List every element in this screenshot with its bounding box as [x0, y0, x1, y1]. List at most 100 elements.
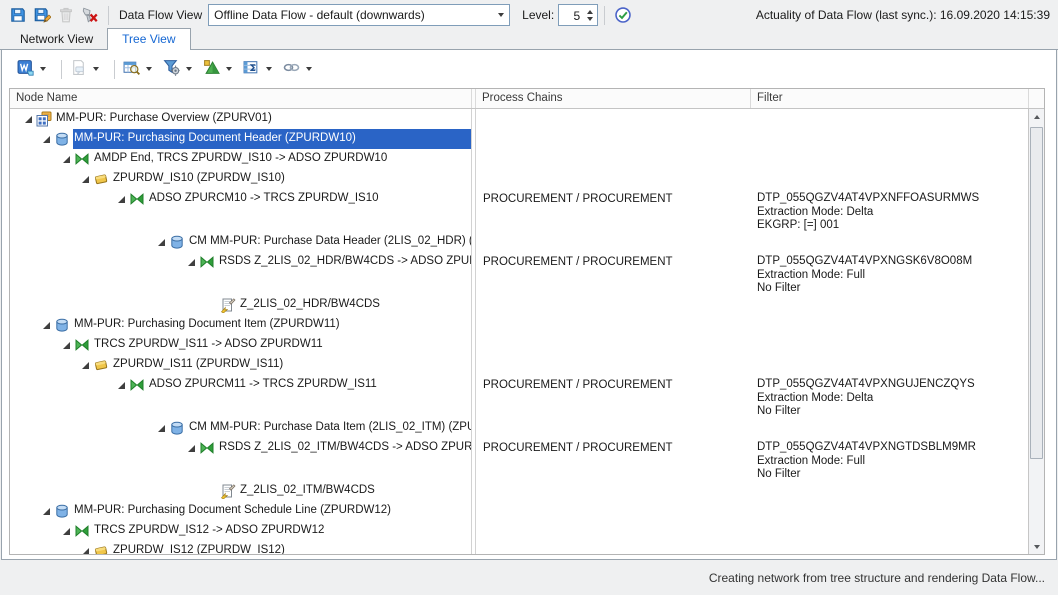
- tree-node-label[interactable]: ADSO ZPURCM10 -> TRCS ZPURDW_IS10: [148, 189, 471, 209]
- tree-node-label[interactable]: ZPURDW_IS10 (ZPURDW_IS10): [112, 169, 471, 189]
- dropdown-arrow-icon[interactable]: [306, 67, 312, 71]
- level-label: Level:: [522, 8, 554, 22]
- expand-arrow-icon[interactable]: [77, 169, 93, 189]
- adso-icon: [54, 501, 73, 521]
- tree-node-label[interactable]: CM MM-PUR: Purchase Data Header (2LIS_02…: [188, 232, 471, 252]
- tree-row[interactable]: ADSO ZPURCM11 -> TRCS ZPURDW_IS11PROCURE…: [10, 375, 1028, 418]
- tree-node-label[interactable]: AMDP End, TRCS ZPURDW_IS10 -> ADSO ZPURD…: [93, 149, 471, 169]
- datasource-icon: [220, 295, 239, 315]
- data-flow-w-button[interactable]: [15, 57, 48, 81]
- expand-arrow-icon[interactable]: [58, 149, 74, 169]
- dropdown-arrow-icon[interactable]: [40, 67, 46, 71]
- expand-arrow-icon[interactable]: [38, 501, 54, 521]
- process-chain-cell: [476, 335, 751, 355]
- tree-row[interactable]: RSDS Z_2LIS_02_HDR/BW4CDS -> ADSO ZPURCM…: [10, 252, 1028, 295]
- expand-arrow-icon[interactable]: [183, 252, 199, 272]
- hierarchy-prism-button[interactable]: [201, 57, 234, 81]
- expand-arrow-icon[interactable]: [153, 232, 169, 252]
- tree-node-label[interactable]: ZPURDW_IS11 (ZPURDW_IS11): [112, 355, 471, 375]
- tree-node-label[interactable]: MM-PUR: Purchasing Document Item (ZPURDW…: [73, 315, 471, 335]
- tree-row[interactable]: CM MM-PUR: Purchase Data Item (2LIS_02_I…: [10, 418, 1028, 438]
- tree-row[interactable]: ZPURDW_IS12 (ZPURDW_IS12): [10, 541, 1028, 554]
- expand-arrow-icon[interactable]: [113, 189, 129, 209]
- status-bar: Creating network from tree structure and…: [0, 560, 1058, 595]
- tree-row[interactable]: MM-PUR: Purchase Overview (ZPURV01): [10, 109, 1028, 129]
- table-sigma-icon: [243, 59, 260, 79]
- dropdown-arrow-icon[interactable]: [186, 67, 192, 71]
- tree-row[interactable]: RSDS Z_2LIS_02_ITM/BW4CDS -> ADSO ZPURCM…: [10, 438, 1028, 481]
- dropdown-arrow-icon[interactable]: [93, 67, 99, 71]
- tree-row[interactable]: ADSO ZPURCM10 -> TRCS ZPURDW_IS10PROCURE…: [10, 189, 1028, 232]
- tree-row[interactable]: CM MM-PUR: Purchase Data Header (2LIS_02…: [10, 232, 1028, 252]
- dropdown-arrow-icon[interactable]: [266, 67, 272, 71]
- column-header-process-chains[interactable]: Process Chains: [476, 89, 751, 108]
- scroll-down-icon[interactable]: [1029, 539, 1044, 554]
- filter-cell: DTP_055QGZV4AT4VPXNGSK6V8O08MExtraction …: [751, 252, 1028, 295]
- tree-node-label[interactable]: Z_2LIS_02_HDR/BW4CDS: [239, 295, 471, 315]
- node-name-cell: TRCS ZPURDW_IS12 -> ADSO ZPURDW12: [10, 521, 472, 541]
- vertical-scrollbar[interactable]: [1028, 109, 1044, 554]
- save-as-button[interactable]: [30, 3, 54, 27]
- filter-settings-button[interactable]: [161, 57, 194, 81]
- process-chain-cell: [476, 315, 751, 335]
- save-button[interactable]: [6, 3, 30, 27]
- expand-arrow-icon[interactable]: [20, 109, 36, 129]
- tree-indent-spacer: [204, 481, 220, 501]
- column-header-filter[interactable]: Filter: [751, 89, 1029, 108]
- tree-node-label[interactable]: CM MM-PUR: Purchase Data Item (2LIS_02_I…: [188, 418, 471, 438]
- tree-row[interactable]: Z_2LIS_02_ITM/BW4CDS: [10, 481, 1028, 501]
- tree-node-label[interactable]: MM-PUR: Purchasing Document Schedule Lin…: [73, 501, 471, 521]
- clock-check-icon[interactable]: [611, 3, 635, 27]
- datasource-icon: [220, 481, 239, 501]
- tree-node-label[interactable]: MM-PUR: Purchase Overview (ZPURV01): [55, 109, 471, 129]
- filter-line: Extraction Mode: Delta: [757, 392, 1028, 406]
- tree-node-label[interactable]: ZPURDW_IS12 (ZPURDW_IS12): [112, 541, 471, 554]
- tree-node-label[interactable]: TRCS ZPURDW_IS11 -> ADSO ZPURDW11: [93, 335, 471, 355]
- tree-row[interactable]: ZPURDW_IS10 (ZPURDW_IS10): [10, 169, 1028, 189]
- expand-arrow-icon[interactable]: [58, 335, 74, 355]
- tree-row[interactable]: ZPURDW_IS11 (ZPURDW_IS11): [10, 355, 1028, 375]
- spinner-down-icon[interactable]: [587, 17, 593, 21]
- dropdown-arrow-icon[interactable]: [226, 67, 232, 71]
- column-header-node-name[interactable]: Node Name: [10, 89, 472, 108]
- expand-arrow-icon[interactable]: [183, 438, 199, 458]
- spinner-up-icon[interactable]: [587, 10, 593, 14]
- tree-row[interactable]: MM-PUR: Purchasing Document Header (ZPUR…: [10, 129, 1028, 149]
- tree-indent-spacer: [204, 295, 220, 315]
- link-objects-button[interactable]: [281, 57, 314, 81]
- table-search-button[interactable]: [121, 57, 154, 81]
- tree-row[interactable]: Z_2LIS_02_HDR/BW4CDS: [10, 295, 1028, 315]
- tree-node-label[interactable]: RSDS Z_2LIS_02_HDR/BW4CDS -> ADSO ZPURCM…: [218, 252, 471, 272]
- expand-arrow-icon[interactable]: [77, 355, 93, 375]
- expand-arrow-icon[interactable]: [153, 418, 169, 438]
- level-spinner[interactable]: 5: [558, 4, 598, 26]
- tree-row[interactable]: TRCS ZPURDW_IS11 -> ADSO ZPURDW11: [10, 335, 1028, 355]
- tree-node-label[interactable]: RSDS Z_2LIS_02_ITM/BW4CDS -> ADSO ZPURCM…: [218, 438, 471, 458]
- chevron-down-icon[interactable]: [492, 5, 509, 25]
- filter-cell: [751, 418, 1028, 438]
- scrollbar-thumb[interactable]: [1030, 127, 1043, 459]
- tree-node-label[interactable]: TRCS ZPURDW_IS12 -> ADSO ZPURDW12: [93, 521, 471, 541]
- remove-data-flow-button[interactable]: [78, 3, 102, 27]
- tab-tree-view[interactable]: Tree View: [107, 28, 190, 50]
- tree-row[interactable]: AMDP End, TRCS ZPURDW_IS10 -> ADSO ZPURD…: [10, 149, 1028, 169]
- expand-arrow-icon[interactable]: [113, 375, 129, 395]
- expand-arrow-icon[interactable]: [77, 541, 93, 554]
- tree-node-label[interactable]: Z_2LIS_02_ITM/BW4CDS: [239, 481, 471, 501]
- expand-arrow-icon[interactable]: [38, 129, 54, 149]
- tab-network-view[interactable]: Network View: [6, 29, 107, 49]
- data-flow-dropdown[interactable]: Offline Data Flow - default (downwards): [208, 4, 510, 26]
- expand-arrow-icon[interactable]: [38, 315, 54, 335]
- tree-node-label[interactable]: ADSO ZPURCM11 -> TRCS ZPURDW_IS11: [148, 375, 471, 395]
- expand-arrow-icon[interactable]: [58, 521, 74, 541]
- tree-row[interactable]: MM-PUR: Purchasing Document Item (ZPURDW…: [10, 315, 1028, 335]
- tree-row[interactable]: MM-PUR: Purchasing Document Schedule Lin…: [10, 501, 1028, 521]
- tree-row[interactable]: TRCS ZPURDW_IS12 -> ADSO ZPURDW12: [10, 521, 1028, 541]
- process-chain-cell: [476, 521, 751, 541]
- process-chain-cell: [476, 149, 751, 169]
- dropdown-arrow-icon[interactable]: [146, 67, 152, 71]
- filter-line: Extraction Mode: Full: [757, 455, 1028, 469]
- table-sigma-button[interactable]: [241, 57, 274, 81]
- tree-node-label[interactable]: MM-PUR: Purchasing Document Header (ZPUR…: [73, 129, 471, 149]
- scroll-up-icon[interactable]: [1029, 109, 1044, 124]
